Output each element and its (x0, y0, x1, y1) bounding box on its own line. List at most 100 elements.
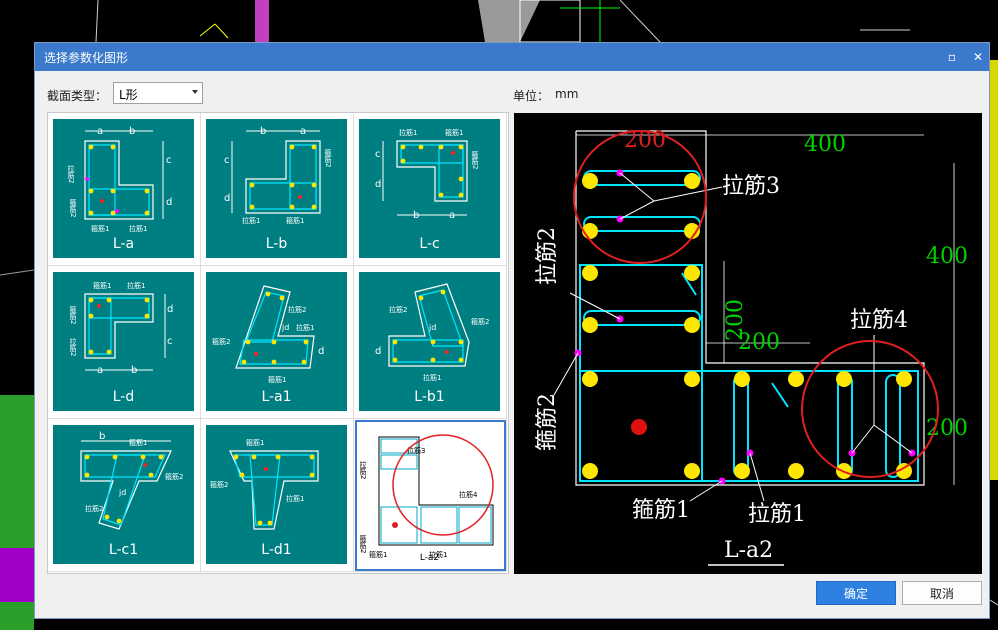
shape-cell-l-b[interactable]: b a c d 箍筋2 拉筋1 箍筋1 L-b (201, 113, 354, 266)
rebar-label: 拉筋1 (423, 373, 441, 382)
shape-cell-l-a1[interactable]: 拉筋2 jd 拉筋1 箍筋2 箍筋1 d L-a1 (201, 266, 354, 419)
shape-name: L-c1 (108, 542, 139, 558)
rebar-label: 拉筋1 (296, 323, 314, 332)
shape-cell-l-c1[interactable]: 箍筋1 箍筋2 jd 拉筋2 b L-c1 (48, 419, 201, 572)
dialog-titlebar: 选择参数化图形 ▫ ✕ (35, 43, 989, 71)
shape-name: L-c (419, 236, 440, 252)
shape-cell-l-a[interactable]: a b c d 拉筋2 箍筋2 箍筋1 拉筋1 L-a (48, 113, 201, 266)
rebar-label: 箍筋1 (91, 224, 109, 233)
dim-label: b (131, 365, 137, 376)
preview-label: 拉筋3 (722, 174, 780, 199)
rebar-label: 箍筋1 (286, 216, 304, 225)
preview-shape-name: L-a2 (724, 538, 773, 563)
shape-name: L-b1 (414, 389, 445, 405)
dim-label: c (375, 149, 381, 160)
dialog-title: 选择参数化图形 (44, 51, 129, 65)
rebar-label: 拉筋2 (288, 305, 306, 314)
shape-preview: 200 400 400 200 200 200 拉筋3 拉筋2 拉筋4 箍筋2 … (514, 113, 982, 574)
rebar-label: 拉筋1 (129, 224, 147, 233)
dim-label: b (413, 210, 419, 221)
unit-value: mm (555, 87, 579, 101)
preview-label: 拉筋4 (850, 308, 908, 333)
dim-label: a (97, 126, 103, 137)
dim-label: d (166, 197, 172, 208)
chevron-down-icon (192, 90, 198, 94)
rebar-label: 箍筋1 (246, 438, 264, 447)
shape-thumbnail: 箍筋1 拉筋1 箍筋2 拉筋2 d c a b L-d (53, 272, 194, 411)
rebar-label: 拉筋4 (459, 490, 478, 499)
shape-name: L-b (265, 236, 288, 252)
preview-label: 拉筋1 (748, 502, 806, 527)
rebar-label: 拉筋1 (286, 494, 304, 503)
dim-label: b (129, 126, 135, 137)
rebar-label: 箍筋1 (129, 438, 147, 447)
close-icon[interactable]: ✕ (969, 48, 987, 66)
shape-grid: a b c d 拉筋2 箍筋2 箍筋1 拉筋1 L-a b a c d 箍筋2 … (47, 112, 509, 574)
dim-label: 200 (738, 330, 780, 355)
dim-label: d (224, 193, 230, 204)
dim-label: jd (428, 323, 436, 332)
rebar-label: 拉筋2 (85, 504, 103, 513)
rebar-label: 箍筋2 (324, 148, 332, 167)
maximize-icon[interactable]: ▫ (943, 48, 961, 66)
rebar-label: 拉筋1 (242, 216, 260, 225)
shape-thumbnail: 拉筋1 箍筋1 箍筋2 c d b a L-c (359, 119, 500, 258)
shape-name: L-d (112, 389, 135, 405)
dim-label: a (300, 126, 306, 137)
dim-label: b (99, 431, 105, 442)
shape-name: L-a1 (261, 389, 292, 405)
rebar-label: 箍筋2 (165, 472, 183, 481)
shape-thumbnail: 箍筋1 箍筋2 jd 拉筋2 b L-c1 (53, 425, 194, 564)
shape-cell-l-d[interactable]: 箍筋1 拉筋1 箍筋2 拉筋2 d c a b L-d (48, 266, 201, 419)
shape-name: L-d1 (261, 542, 292, 558)
shape-cell-l-a2[interactable]: 拉筋3 拉筋4 箍筋2 拉筋2 箍筋1 拉筋1 L-a2 (354, 419, 507, 572)
rebar-label: 箍筋1 (93, 281, 111, 290)
shape-thumbnail: b a c d 箍筋2 拉筋1 箍筋1 L-b (206, 119, 347, 258)
preview-label: 拉筋2 (535, 227, 560, 285)
ok-button[interactable]: 确定 (816, 581, 896, 605)
rebar-label: 箍筋2 (471, 150, 479, 169)
rebar-label: 拉筋2 (389, 305, 407, 314)
shape-thumbnail: 箍筋1 箍筋2 拉筋1 L-d1 (206, 425, 347, 564)
dim-label: c (166, 155, 172, 166)
rebar-label: 拉筋2 (69, 337, 77, 356)
section-type-label: 截面类型： (47, 89, 108, 103)
rebar-label: 箍筋2 (471, 317, 489, 326)
rebar-label: 拉筋1 (127, 281, 145, 290)
dim-label: jd (118, 488, 126, 497)
rebar-label: 箍筋2 (69, 305, 77, 324)
shape-thumbnail: a b c d 拉筋2 箍筋2 箍筋1 拉筋1 L-a (53, 119, 194, 258)
rebar-label: 拉筋1 (399, 128, 417, 137)
rebar-label: 箍筋1 (445, 128, 463, 137)
unit-label: 单位： (513, 89, 550, 103)
shape-thumbnail: 拉筋2 jd 箍筋2 拉筋1 d L-b1 (359, 272, 500, 411)
shape-thumbnail: 拉筋2 jd 拉筋1 箍筋2 箍筋1 d L-a1 (206, 272, 347, 411)
dim-label: c (224, 155, 230, 166)
shape-cell-l-b1[interactable]: 拉筋2 jd 箍筋2 拉筋1 d L-b1 (354, 266, 507, 419)
preview-label: 箍筋2 (535, 393, 560, 451)
rebar-label: 箍筋2 (212, 337, 230, 346)
dim-label: a (97, 365, 103, 376)
dim-label: d (375, 179, 381, 190)
section-type-value: L形 (119, 88, 138, 102)
dim-label: d (375, 346, 381, 357)
rebar-label: 箍筋2 (359, 534, 367, 553)
shape-name: L-a (112, 236, 135, 252)
dim-label: 400 (804, 132, 846, 157)
dim-label: b (260, 126, 266, 137)
dim-label: jd (281, 323, 289, 332)
dim-label: a (449, 210, 455, 221)
section-type-select[interactable]: L形 (113, 82, 203, 104)
rebar-label: 拉筋2 (359, 460, 367, 479)
shape-thumbnail: 拉筋3 拉筋4 箍筋2 拉筋2 箍筋1 拉筋1 L-a2 (359, 425, 500, 564)
rebar-label: 箍筋1 (268, 375, 286, 384)
dim-label: c (167, 336, 173, 347)
cancel-button[interactable]: 取消 (902, 581, 982, 605)
select-shape-dialog: 选择参数化图形 ▫ ✕ 截面类型： L形 单位： mm a b c d 拉筋2 … (34, 42, 990, 619)
shape-cell-l-c[interactable]: 拉筋1 箍筋1 箍筋2 c d b a L-c (354, 113, 507, 266)
shape-name: L-a2 (419, 553, 440, 563)
dim-label: d (167, 304, 173, 315)
rebar-label: 拉筋2 (67, 164, 75, 183)
dim-label: 400 (926, 244, 968, 269)
shape-cell-l-d1[interactable]: 箍筋1 箍筋2 拉筋1 L-d1 (201, 419, 354, 572)
